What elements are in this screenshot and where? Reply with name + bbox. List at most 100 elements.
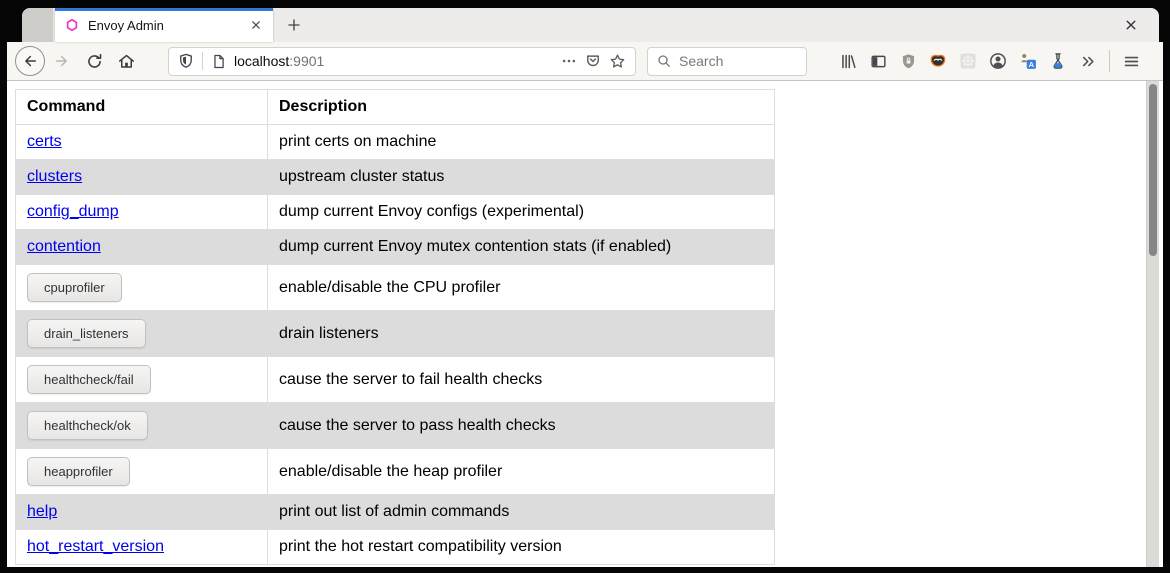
description-cell: dump current Envoy mutex contention stat… [268, 230, 775, 265]
command-cell: healthcheck/ok [16, 403, 268, 449]
back-icon [15, 46, 45, 76]
flask-addon-button[interactable] [1043, 46, 1073, 76]
back-button[interactable] [15, 46, 45, 76]
page-actions-ellipsis-icon [560, 52, 578, 70]
forward-icon [53, 52, 71, 70]
tab-close-icon[interactable] [245, 14, 267, 36]
home-icon [117, 52, 136, 71]
home-button[interactable] [111, 46, 141, 76]
description-cell: print the hot restart compatibility vers… [268, 530, 775, 565]
command-cell: help [16, 495, 268, 530]
menu-icon [1122, 52, 1141, 71]
reload-icon [85, 52, 104, 71]
command-button[interactable]: heapprofiler [27, 457, 130, 486]
command-cell: hot_restart_version [16, 530, 268, 565]
overflow-button[interactable] [1073, 46, 1103, 76]
table-row: helpprint out list of admin commands [16, 495, 775, 530]
command-button[interactable]: drain_listeners [27, 319, 146, 348]
translate-addon-button[interactable]: A [1013, 46, 1043, 76]
fox-addon-icon [928, 51, 948, 71]
shield-lock-icon [899, 52, 918, 71]
window-close-button[interactable] [1119, 14, 1143, 36]
svg-text:A: A [1029, 60, 1035, 69]
page-actions-button[interactable] [557, 49, 581, 73]
command-cell: cpuprofiler [16, 265, 268, 311]
tab-envoy-admin[interactable]: Envoy Admin [55, 8, 273, 42]
urlbar-divider [202, 52, 203, 70]
column-header-description: Description [268, 90, 775, 125]
command-button[interactable]: healthcheck/ok [27, 411, 148, 440]
command-link[interactable]: config_dump [27, 203, 119, 220]
description-cell: cause the server to pass health checks [268, 403, 775, 449]
description-cell: print certs on machine [268, 125, 775, 160]
command-link[interactable]: help [27, 503, 57, 520]
search-icon [656, 53, 672, 69]
url-port: :9901 [289, 53, 324, 69]
library-icon [839, 52, 858, 71]
toolbar-icons: A [833, 46, 1103, 76]
page-content: Command Description certs print certs on … [7, 81, 1163, 567]
pocket-icon [584, 52, 602, 70]
scrollbar-thumb[interactable] [1149, 84, 1157, 256]
description-cell: drain listeners [268, 311, 775, 357]
command-link[interactable]: contention [27, 238, 101, 255]
command-cell: drain_listeners [16, 311, 268, 357]
description-cell: enable/disable the CPU profiler [268, 265, 775, 311]
tab-title: Envoy Admin [88, 18, 245, 33]
description-cell: cause the server to fail health checks [268, 357, 775, 403]
command-cell: contention [16, 230, 268, 265]
table-row: clusters upstream cluster status [16, 160, 775, 195]
table-row: contention dump current Envoy mutex conte… [16, 230, 775, 265]
url-bar[interactable]: localhost:9901 [168, 47, 636, 76]
disabled-addon-button[interactable] [953, 46, 983, 76]
titlebar-spacer [22, 8, 53, 42]
description-cell: enable/disable the heap profiler [268, 449, 775, 495]
sidebar-icon [869, 52, 888, 71]
menu-button[interactable] [1116, 46, 1146, 76]
search-box[interactable] [647, 47, 807, 76]
table-row: config_dumpdump current Envoy configs (e… [16, 195, 775, 230]
navigation-toolbar: localhost:9901 [7, 42, 1163, 81]
page-icon[interactable] [210, 53, 227, 70]
table-row: certs print certs on machine [16, 125, 775, 160]
command-table-body: certs print certs on machine clusters upstr… [16, 125, 775, 565]
table-row: healthcheck/fail cause the server to fail… [16, 357, 775, 403]
translate-addon-icon: A [1018, 51, 1038, 71]
command-link[interactable]: clusters [27, 168, 82, 185]
table-row: heapprofiler enable/disable the heap prof… [16, 449, 775, 495]
reload-button[interactable] [79, 46, 109, 76]
new-tab-button[interactable] [282, 13, 306, 37]
overflow-chevron-icon [1079, 52, 1098, 71]
column-header-command: Command [16, 90, 268, 125]
table-row: cpuprofiler enable/disable the CPU profil… [16, 265, 775, 311]
forward-button[interactable] [47, 46, 77, 76]
table-row: healthcheck/ok cause the server to pass h… [16, 403, 775, 449]
bookmark-star-icon [608, 52, 627, 71]
account-icon [988, 51, 1008, 71]
browser-window: Envoy Admin [7, 8, 1163, 567]
command-link[interactable]: certs [27, 133, 62, 150]
command-cell: config_dump [16, 195, 268, 230]
pocket-button[interactable] [581, 49, 605, 73]
command-link[interactable]: hot_restart_version [27, 538, 164, 555]
table-row: hot_restart_version print the hot restart… [16, 530, 775, 565]
bookmark-button[interactable] [605, 49, 629, 73]
url-host: localhost [234, 53, 289, 69]
library-button[interactable] [833, 46, 863, 76]
command-button[interactable]: cpuprofiler [27, 273, 122, 302]
search-input[interactable] [679, 53, 789, 69]
description-cell: upstream cluster status [268, 160, 775, 195]
sidebar-button[interactable] [863, 46, 893, 76]
fox-addon-button[interactable] [923, 46, 953, 76]
flask-addon-icon [1048, 51, 1068, 71]
command-cell: healthcheck/fail [16, 357, 268, 403]
account-button[interactable] [983, 46, 1013, 76]
url-text[interactable]: localhost:9901 [234, 53, 557, 69]
envoy-favicon-icon [65, 18, 79, 32]
table-header-row: Command Description [16, 90, 775, 125]
command-button[interactable]: healthcheck/fail [27, 365, 151, 394]
page-scrollbar[interactable] [1146, 81, 1159, 567]
toolbar-divider [1109, 50, 1110, 72]
shield-lock-button[interactable] [893, 46, 923, 76]
tracking-shield-icon[interactable] [177, 52, 195, 70]
